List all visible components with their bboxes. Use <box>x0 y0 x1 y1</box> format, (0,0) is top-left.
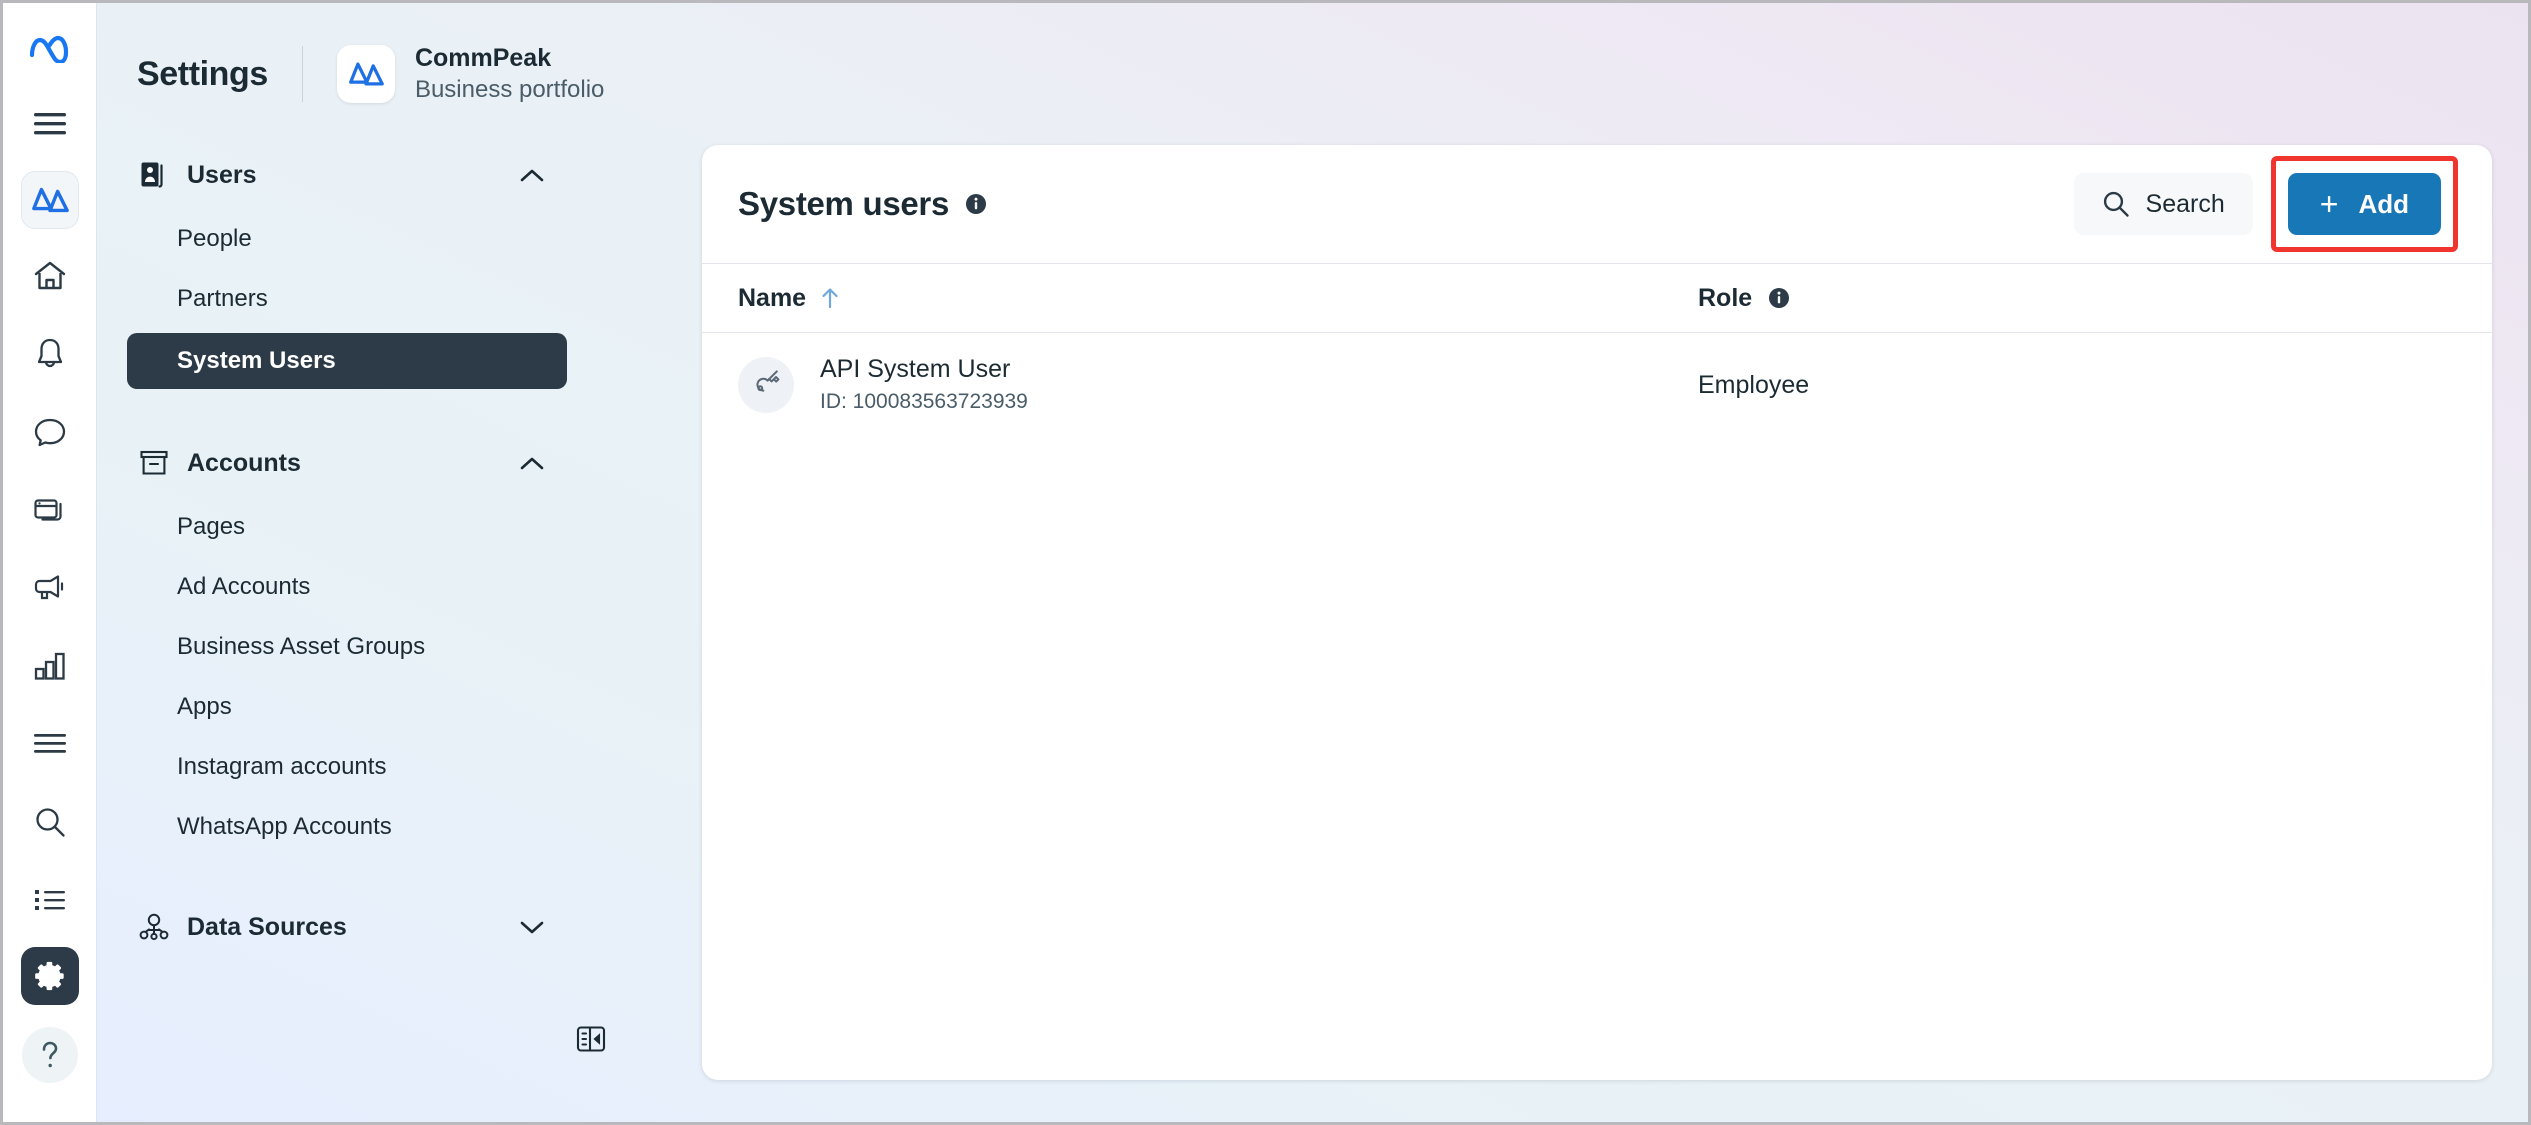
user-name: API System User <box>820 355 1011 384</box>
system-users-card: System users Search + Add Name Role API … <box>702 145 2492 1080</box>
sidebar-group-accounts[interactable]: Accounts <box>127 435 567 491</box>
home-icon[interactable] <box>19 245 81 307</box>
info-icon[interactable] <box>965 193 987 215</box>
chevron-up-icon[interactable] <box>519 450 545 476</box>
brand-subtitle: Business portfolio <box>414 75 605 103</box>
column-header-label: Name <box>738 283 807 312</box>
sidebar-group-label: Accounts <box>187 448 301 477</box>
column-header-name[interactable]: Name <box>738 284 1698 313</box>
sidebar-item-label: System Users <box>177 347 336 374</box>
app-window: Settings CommPeak Business portfolio Use… <box>0 0 2531 1125</box>
column-header-label: Role <box>1698 283 1753 312</box>
sidebar-item-label: Instagram accounts <box>177 753 387 780</box>
icon-rail <box>3 3 97 1122</box>
sidebar-item-partners[interactable]: Partners <box>127 273 567 325</box>
settings-sidebar: Users People Partners System Users Accou… <box>97 133 597 955</box>
search-placeholder: Search <box>2145 189 2225 218</box>
hamburger-menu-icon[interactable] <box>19 93 81 155</box>
sidebar-item-system-users[interactable]: System Users <box>127 333 567 389</box>
table-header: Name Role <box>702 263 2492 333</box>
sidebar-item-label: People <box>177 225 252 252</box>
page-body: Settings CommPeak Business portfolio Use… <box>97 3 2528 1122</box>
sidebar-item-label: Partners <box>177 285 268 312</box>
sidebar-items-accounts: Pages Ad Accounts Business Asset Groups … <box>127 501 567 853</box>
collapse-sidebar-icon[interactable] <box>575 1023 609 1057</box>
page-title: Settings <box>137 54 268 93</box>
sidebar-item-ad-accounts[interactable]: Ad Accounts <box>127 561 567 613</box>
sidebar-group-users[interactable]: Users <box>127 147 567 203</box>
card-header: System users Search + Add <box>702 145 2492 263</box>
plus-icon: + <box>2319 186 2339 222</box>
sidebar-items-users: People Partners System Users <box>127 213 567 389</box>
cell-role: Employee <box>1698 370 1810 399</box>
users-badge-icon <box>137 158 171 192</box>
add-button-highlight: + Add <box>2270 156 2458 252</box>
sidebar-item-label: Pages <box>177 513 246 540</box>
user-text-block: API System User ID: 100083563723939 <box>820 353 1028 416</box>
info-icon[interactable] <box>1768 287 1790 309</box>
list-lines-icon[interactable] <box>19 713 81 775</box>
sidebar-item-business-asset-groups[interactable]: Business Asset Groups <box>127 621 567 673</box>
sidebar-item-label: Ad Accounts <box>177 573 311 600</box>
sidebar-item-label: Apps <box>177 693 232 720</box>
commpeak-brand-icon[interactable] <box>20 171 79 229</box>
chat-bubble-icon[interactable] <box>19 401 81 463</box>
sidebar-item-instagram-accounts[interactable]: Instagram accounts <box>127 741 567 793</box>
bar-chart-icon[interactable] <box>19 635 81 697</box>
cell-name: API System User ID: 100083563723939 <box>738 353 1698 416</box>
card-title: System users <box>738 185 950 222</box>
brand-text-block: CommPeak Business portfolio <box>415 43 604 104</box>
group-gap <box>127 861 567 885</box>
sidebar-item-label: Business Asset Groups <box>177 633 426 660</box>
megaphone-icon[interactable] <box>19 557 81 619</box>
sidebar-group-data-sources[interactable]: Data Sources <box>127 899 567 955</box>
chevron-down-icon[interactable] <box>519 914 545 940</box>
sidebar-item-people[interactable]: People <box>127 213 567 265</box>
add-button[interactable]: + Add <box>2287 173 2441 235</box>
table-row[interactable]: API System User ID: 100083563723939 Empl… <box>702 333 2492 437</box>
commpeak-logo-icon <box>349 62 384 86</box>
search-input[interactable]: Search <box>2073 173 2253 235</box>
meta-logo-icon[interactable] <box>19 17 81 79</box>
sidebar-group-label: Data Sources <box>187 912 347 941</box>
topbar-divider <box>301 46 303 102</box>
brand-name: CommPeak <box>414 44 552 73</box>
gear-icon[interactable] <box>20 947 79 1005</box>
sidebar-item-apps[interactable]: Apps <box>127 681 567 733</box>
sidebar-item-whatsapp-accounts[interactable]: WhatsApp Accounts <box>127 801 567 853</box>
sidebar-item-pages[interactable]: Pages <box>127 501 567 553</box>
group-gap <box>127 397 567 421</box>
help-question-icon[interactable] <box>21 1027 78 1083</box>
top-bar: Settings CommPeak Business portfolio <box>97 3 2528 145</box>
brand-logo-tile <box>336 45 395 103</box>
sidebar-group-label: Users <box>187 160 257 189</box>
user-id: ID: 100083563723939 <box>820 390 1028 414</box>
search-icon[interactable] <box>19 791 81 853</box>
add-button-label: Add <box>2358 188 2409 219</box>
windows-icon[interactable] <box>19 479 81 541</box>
data-sources-nodes-icon <box>137 910 171 944</box>
archive-box-icon <box>137 446 171 480</box>
bell-icon[interactable] <box>19 323 81 385</box>
key-icon <box>738 357 794 413</box>
column-header-role[interactable]: Role <box>1698 284 2456 313</box>
sidebar-item-label: WhatsApp Accounts <box>177 813 392 840</box>
bullet-list-icon[interactable] <box>19 869 81 931</box>
search-icon <box>2102 190 2130 218</box>
chevron-up-icon[interactable] <box>519 162 545 188</box>
arrow-up-icon <box>820 286 840 310</box>
